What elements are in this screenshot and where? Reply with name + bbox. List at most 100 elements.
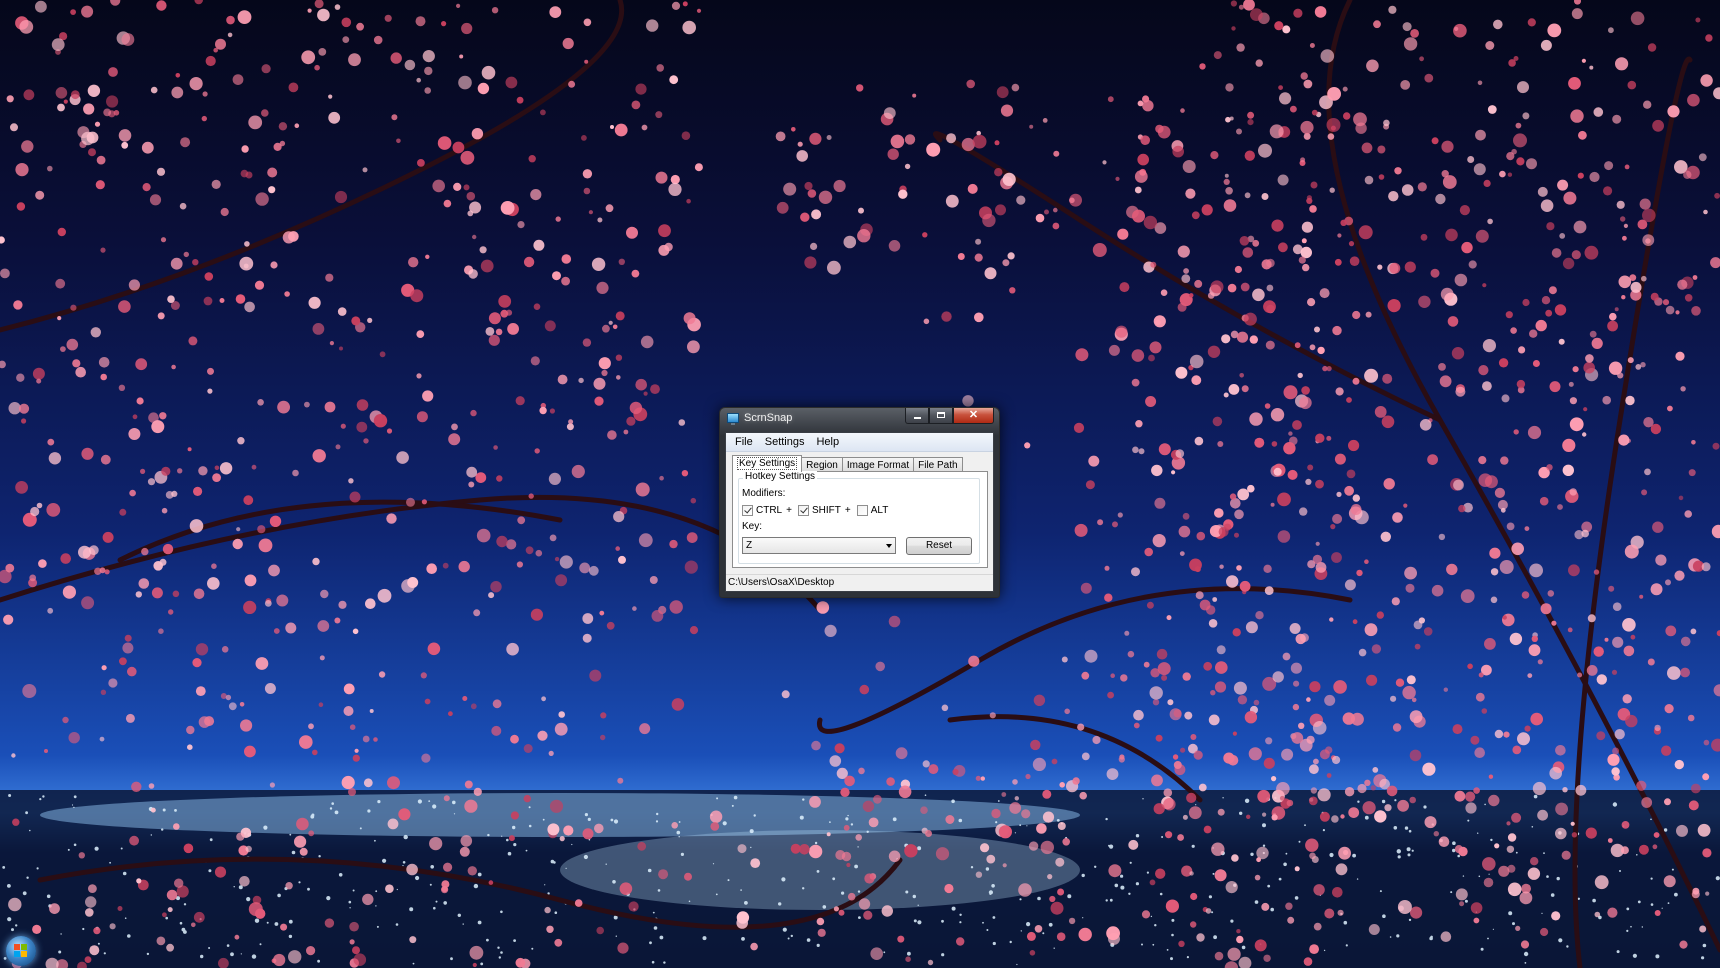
blossom: [1577, 672, 1583, 678]
title-bar[interactable]: ScrnSnap ✕: [720, 408, 999, 430]
blossom: [1252, 239, 1260, 247]
blossom: [601, 369, 608, 377]
blossom: [417, 159, 425, 167]
blossom: [1455, 386, 1466, 397]
city-light: [1674, 892, 1678, 897]
hotkey-settings-group: Hotkey Settings Modifiers: CTRL + SHIFT …: [738, 471, 980, 564]
blossom: [500, 309, 509, 318]
blossom: [264, 600, 272, 607]
blossom: [1483, 877, 1494, 888]
blossom: [1404, 566, 1417, 580]
blossom: [1298, 256, 1306, 264]
blossom: [363, 438, 369, 444]
menu-help[interactable]: Help: [810, 433, 845, 451]
blossom: [1208, 714, 1220, 726]
blossom: [616, 375, 621, 380]
blossom: [193, 911, 205, 923]
city-light: [318, 855, 321, 858]
key-select[interactable]: Z: [742, 537, 896, 554]
blossom: [799, 844, 810, 855]
city-light: [1154, 924, 1157, 927]
blossom: [857, 229, 871, 243]
blossom: [1179, 551, 1185, 556]
blossom: [292, 469, 299, 477]
blossom: [1161, 674, 1168, 681]
blossom: [81, 5, 94, 18]
blossom: [1674, 759, 1685, 770]
blossom: [325, 273, 334, 282]
blossom: [1061, 656, 1068, 663]
reset-button[interactable]: Reset: [906, 537, 972, 555]
blossom: [85, 896, 97, 908]
windows-start-orb-icon[interactable]: [6, 936, 36, 966]
city-light: [1702, 943, 1707, 948]
tab-region[interactable]: Region: [801, 457, 843, 472]
city-light: [46, 894, 51, 899]
ctrl-checkbox[interactable]: [742, 505, 753, 516]
monitor-icon[interactable]: [727, 413, 739, 425]
city-light: [753, 814, 756, 817]
alt-checkbox[interactable]: [856, 505, 868, 516]
blossom: [632, 606, 637, 611]
city-light: [1515, 851, 1518, 854]
tab-key-settings[interactable]: Key Settings: [732, 455, 803, 472]
shift-checkbox[interactable]: [797, 505, 809, 516]
city-light: [1159, 892, 1163, 896]
city-light: [1477, 832, 1479, 834]
blossom: [1418, 617, 1425, 624]
blossom: [1589, 171, 1600, 183]
blossom: [1313, 758, 1319, 765]
blossom: [1340, 814, 1345, 819]
city-light: [1161, 836, 1164, 838]
close-button[interactable]: ✕: [953, 408, 994, 424]
blossom: [946, 133, 957, 144]
blossom: [1236, 128, 1242, 135]
blossom: [855, 834, 862, 841]
blossom: [996, 86, 1009, 99]
city-light: [610, 818, 614, 822]
blossom: [1586, 665, 1598, 676]
blossom: [1618, 434, 1630, 446]
blossom: [1593, 569, 1600, 575]
blossom: [1263, 954, 1271, 962]
blossom: [1033, 694, 1046, 706]
blossom: [528, 493, 534, 499]
city-light: [1105, 817, 1108, 821]
blossom: [686, 198, 691, 204]
city-light: [452, 800, 456, 805]
blossom: [491, 7, 499, 14]
blossom: [535, 549, 543, 557]
maximize-button[interactable]: [929, 408, 953, 424]
blossom: [516, 96, 524, 104]
blossom: [1153, 803, 1165, 815]
blossom: [1663, 875, 1676, 888]
scrnsnap-window[interactable]: ScrnSnap ✕ File Settings Help Key Settin…: [719, 407, 1000, 598]
blossom: [180, 137, 191, 148]
blossom: [1372, 767, 1379, 773]
blossom: [422, 390, 434, 402]
blossom: [1278, 85, 1283, 90]
blossom: [833, 906, 840, 912]
blossom: [1035, 213, 1045, 223]
city-light: [352, 889, 355, 892]
minimize-button[interactable]: [905, 408, 929, 424]
blossom: [1667, 105, 1680, 118]
tab-file-path[interactable]: File Path: [913, 457, 963, 472]
blossom: [523, 794, 531, 803]
city-light: [208, 869, 212, 873]
close-icon: ✕: [968, 409, 979, 421]
blossom: [599, 610, 605, 616]
blossom: [135, 358, 148, 371]
blossom: [941, 704, 949, 712]
blossom: [468, 269, 478, 279]
blossom: [239, 256, 254, 271]
blossom: [1051, 758, 1058, 765]
tab-image-format[interactable]: Image Format: [841, 457, 915, 472]
menu-settings[interactable]: Settings: [759, 433, 811, 451]
city-light: [1195, 804, 1197, 806]
city-light: [375, 905, 377, 907]
menu-file[interactable]: File: [729, 433, 759, 451]
blossom: [598, 357, 611, 370]
blossom: [1333, 680, 1347, 694]
tab-region-label: Region: [806, 460, 838, 471]
